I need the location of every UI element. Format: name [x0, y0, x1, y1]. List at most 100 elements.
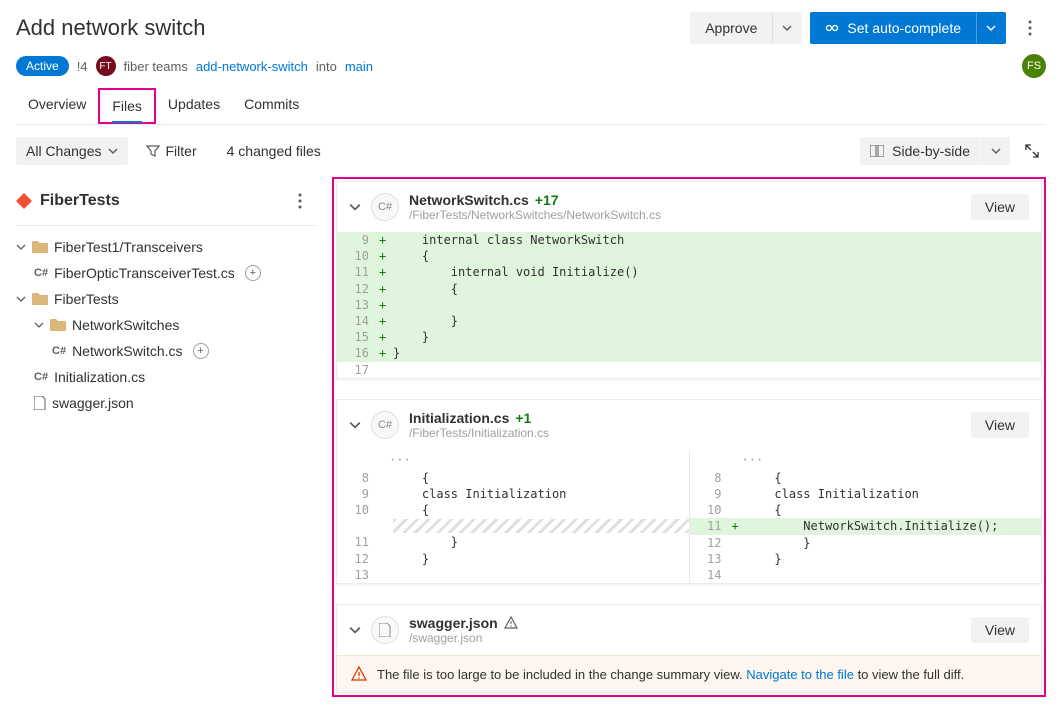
- code-line: 11 }: [337, 534, 689, 550]
- skipped-lines: [337, 518, 689, 534]
- collapse-file-button[interactable]: [349, 201, 361, 213]
- code-line: 10 {: [337, 502, 689, 518]
- folder-icon: [32, 292, 48, 306]
- repo-title[interactable]: FiberTests: [16, 192, 120, 210]
- git-icon: [16, 193, 32, 209]
- filter-icon: [146, 144, 160, 158]
- collapse-file-button[interactable]: [349, 419, 361, 431]
- tab-files[interactable]: Files: [98, 88, 156, 124]
- code-line: 10 {: [690, 502, 1042, 518]
- view-mode-dropdown[interactable]: Side-by-side: [860, 137, 980, 165]
- team-name: fiber teams: [124, 59, 188, 74]
- navigate-to-file-link[interactable]: Navigate to the file: [746, 667, 854, 682]
- tree-label: NetworkSwitch.cs: [72, 343, 182, 359]
- tree-label: swagger.json: [52, 395, 134, 411]
- warning-text: to view the full diff.: [854, 667, 964, 682]
- code-line: 8 {: [337, 470, 689, 486]
- file-icon: [379, 623, 391, 637]
- more-actions-button[interactable]: [1014, 12, 1046, 44]
- file-name[interactable]: swagger.json: [409, 615, 498, 631]
- chevron-down-icon: [782, 23, 792, 33]
- tree-folder[interactable]: NetworkSwitches: [16, 312, 316, 338]
- warning-bar: The file is too large to be included in …: [337, 655, 1041, 692]
- code-line: 15+ }: [337, 329, 1041, 345]
- tree-file[interactable]: C# Initialization.cs: [16, 364, 316, 390]
- file-path: /FiberTests/Initialization.cs: [409, 426, 961, 440]
- file-card: C# NetworkSwitch.cs +17 /FiberTests/Netw…: [336, 181, 1042, 379]
- sidebar-more-button[interactable]: [284, 185, 316, 217]
- csharp-badge-icon: C#: [371, 193, 399, 221]
- approve-button[interactable]: Approve: [690, 12, 772, 44]
- code-line: 10+ {: [337, 248, 1041, 264]
- code-line: 11+ NetworkSwitch.Initialize();: [690, 518, 1042, 534]
- tree-file[interactable]: swagger.json: [16, 390, 316, 416]
- code-line: 13+: [337, 297, 1041, 313]
- tree-label: FiberTests: [54, 291, 119, 307]
- code-line: 9 class Initialization: [337, 486, 689, 502]
- pr-id: !4: [77, 59, 88, 74]
- tree-label: FiberOpticTransceiverTest.cs: [54, 265, 235, 281]
- autocomplete-label: Set auto-complete: [847, 20, 961, 36]
- filter-button[interactable]: Filter: [136, 137, 207, 165]
- chevron-down-icon: [16, 242, 26, 252]
- expand-icon: [1024, 143, 1040, 159]
- into-label: into: [316, 59, 337, 74]
- file-path: /FiberTests/NetworkSwitches/NetworkSwitc…: [409, 208, 961, 222]
- chevron-down-icon: [108, 146, 118, 156]
- user-avatar[interactable]: FS: [1022, 54, 1046, 78]
- file-name[interactable]: Initialization.cs: [409, 410, 509, 426]
- code-line: 14+ }: [337, 313, 1041, 329]
- fullscreen-button[interactable]: [1018, 137, 1046, 165]
- added-count: +1: [515, 410, 531, 426]
- file-name[interactable]: NetworkSwitch.cs: [409, 192, 529, 208]
- file-card: swagger.json /swagger.json View The file…: [336, 604, 1042, 693]
- file-path: /swagger.json: [409, 631, 961, 645]
- code-line: 13: [337, 567, 689, 583]
- added-count: +17: [535, 192, 559, 208]
- added-indicator-icon: +: [193, 343, 209, 359]
- code-line: 16+}: [337, 345, 1041, 361]
- tab-updates[interactable]: Updates: [156, 88, 232, 124]
- code-line: 9+ internal class NetworkSwitch: [337, 232, 1041, 248]
- view-file-button[interactable]: View: [971, 617, 1029, 643]
- code-line: 12+ {: [337, 281, 1041, 297]
- filter-label: Filter: [166, 143, 197, 159]
- file-card: C# Initialization.cs +1 /FiberTests/Init…: [336, 399, 1042, 585]
- tree-file[interactable]: C# FiberOpticTransceiverTest.cs +: [16, 260, 316, 286]
- team-avatar: FT: [96, 56, 116, 76]
- source-branch-link[interactable]: add-network-switch: [196, 59, 308, 74]
- tree-folder[interactable]: FiberTests: [16, 286, 316, 312]
- tree-file[interactable]: C# NetworkSwitch.cs +: [16, 338, 316, 364]
- view-file-button[interactable]: View: [971, 194, 1029, 220]
- approve-dropdown[interactable]: [772, 12, 802, 44]
- status-badge: Active: [16, 56, 69, 76]
- csharp-icon: C#: [34, 267, 48, 279]
- csharp-icon: C#: [52, 345, 66, 357]
- diff-pane: C# NetworkSwitch.cs +17 /FiberTests/Netw…: [332, 177, 1046, 697]
- hunk-marker: ···: [337, 450, 689, 470]
- set-autocomplete-button[interactable]: Set auto-complete: [810, 12, 976, 44]
- tree-folder[interactable]: FiberTest1/Transceivers: [16, 234, 316, 260]
- autocomplete-icon: [825, 21, 839, 35]
- target-branch-link[interactable]: main: [345, 59, 373, 74]
- view-file-button[interactable]: View: [971, 412, 1029, 438]
- side-by-side-icon: [870, 145, 884, 157]
- collapse-file-button[interactable]: [349, 624, 361, 636]
- view-mode-label: Side-by-side: [892, 143, 970, 159]
- warning-text: The file is too large to be included in …: [377, 667, 746, 682]
- folder-icon: [32, 240, 48, 254]
- chevron-down-icon: [34, 320, 44, 330]
- warning-icon: [351, 666, 367, 682]
- view-mode-chevron[interactable]: [980, 137, 1010, 165]
- all-changes-label: All Changes: [26, 143, 102, 159]
- code-line: 8 {: [690, 470, 1042, 486]
- code-line: 17: [337, 362, 1041, 378]
- tab-commits[interactable]: Commits: [232, 88, 311, 124]
- all-changes-dropdown[interactable]: All Changes: [16, 137, 128, 165]
- tree-label: NetworkSwitches: [72, 317, 179, 333]
- autocomplete-dropdown[interactable]: [976, 12, 1006, 44]
- hunk-marker: ···: [690, 450, 1042, 470]
- file-badge-icon: [371, 616, 399, 644]
- tab-overview[interactable]: Overview: [16, 88, 98, 124]
- tree-label: Initialization.cs: [54, 369, 145, 385]
